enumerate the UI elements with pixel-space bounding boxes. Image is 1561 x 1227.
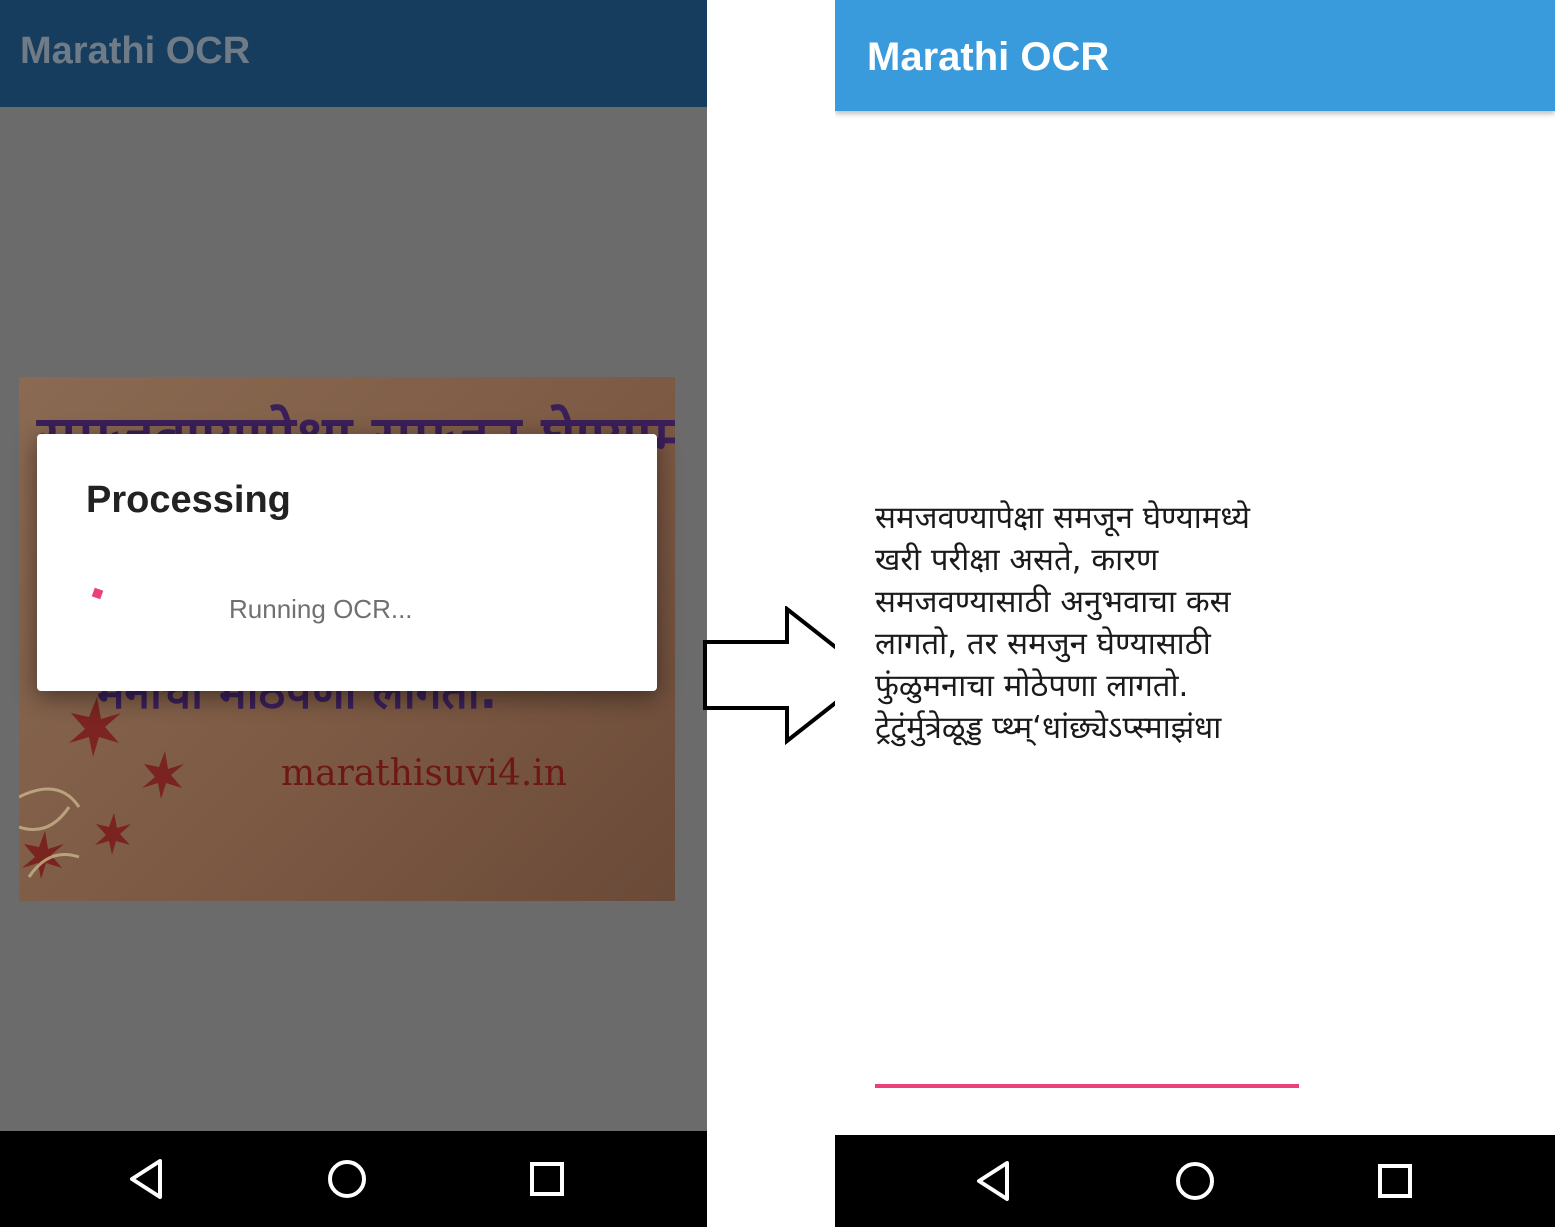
text-field-underline [875,1084,1299,1088]
back-icon[interactable] [967,1153,1023,1209]
dialog-title: Processing [86,479,291,521]
left-phone-screen: Marathi OCR समजवण्यापेक्षा समजून घेण्याम… [0,0,707,1227]
ocr-line: फुंळुमनाचा मोठेपणा लागतो. [875,668,1189,704]
home-icon[interactable] [319,1151,375,1207]
ocr-line: लागतो, तर समजुन घेण्यासाठी [875,626,1211,662]
back-icon[interactable] [120,1151,176,1207]
ocr-result-text[interactable]: समजवण्यापेक्षा समजून घेण्यामध्ये खरी परी… [875,497,1315,749]
ocr-line: खरी परीक्षा असते, कारण [875,542,1159,578]
right-app-bar: Marathi OCR [835,0,1555,111]
left-app-title: Marathi OCR [20,30,251,72]
recents-icon[interactable] [519,1151,575,1207]
ocr-line: समजवण्यापेक्षा समजून घेण्यामध्ये [875,500,1250,536]
right-app-title: Marathi OCR [867,35,1110,79]
right-phone-screen: Marathi OCR समजवण्यापेक्षा समजून घेण्याम… [835,0,1555,1227]
flower-decoration-icon [19,697,184,879]
left-app-bar: Marathi OCR [0,0,707,107]
ocr-line: ट्रेटुंर्मुत्रेळूड्ड प्थ्म्‘धांछ्येऽप्स्… [875,710,1222,746]
source-image-watermark: marathisuvi4.in [281,753,567,794]
processing-dialog: Processing Running OCR... [37,434,657,691]
right-navigation-bar [835,1135,1555,1227]
left-navigation-bar [0,1131,707,1227]
ocr-line: समजवण्यासाठी अनुभवाचा कस [875,584,1231,620]
home-icon[interactable] [1167,1153,1223,1209]
recents-icon[interactable] [1367,1153,1423,1209]
dialog-message: Running OCR... [229,594,413,624]
progress-spinner-icon [91,587,104,600]
